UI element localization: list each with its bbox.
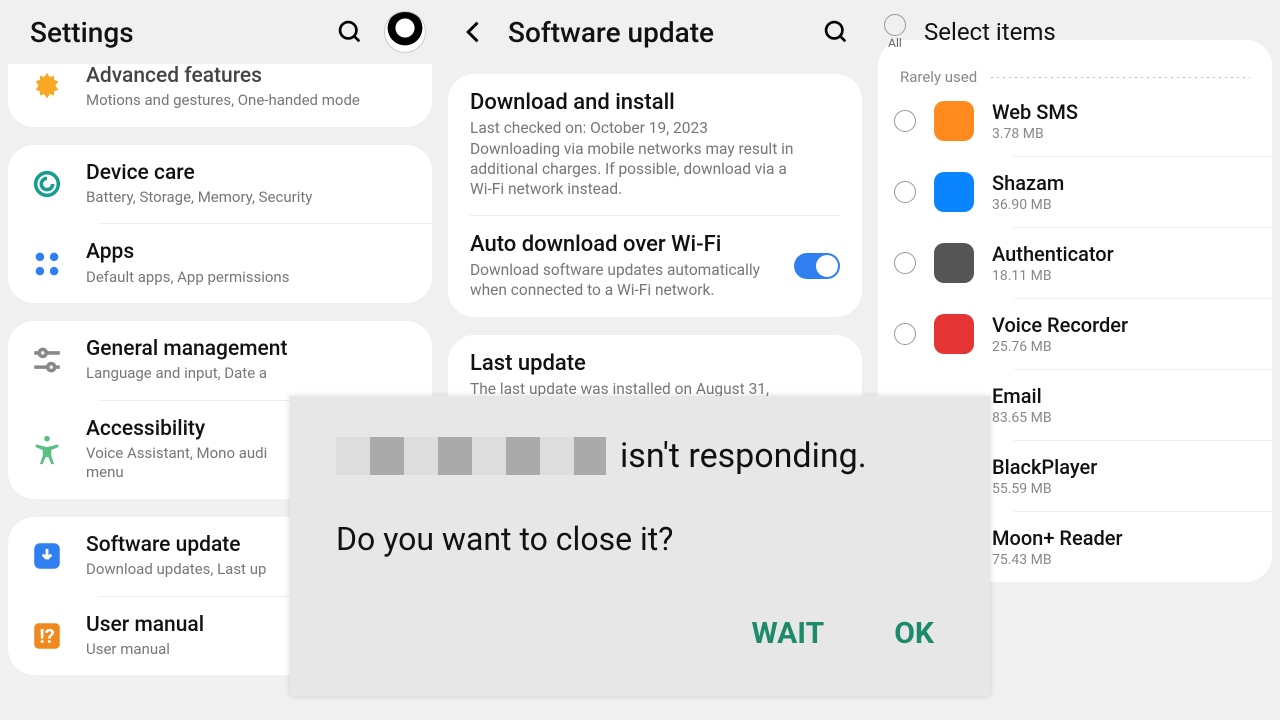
item-sub: Language and input, Date a bbox=[86, 364, 287, 384]
app-icon bbox=[934, 314, 974, 354]
item-title: Auto download over Wi-Fi bbox=[470, 232, 794, 258]
app-size: 18.11 MB bbox=[992, 268, 1114, 284]
ok-button[interactable]: OK bbox=[894, 616, 934, 651]
auto-download-toggle[interactable] bbox=[794, 253, 840, 279]
app-name: Email bbox=[992, 384, 1052, 408]
user-manual-icon: !? bbox=[30, 619, 64, 653]
app-size: 25.76 MB bbox=[992, 339, 1128, 355]
download-and-install[interactable]: Download and install Last checked on: Oc… bbox=[448, 74, 862, 215]
app-icon bbox=[934, 243, 974, 283]
back-icon[interactable] bbox=[454, 12, 494, 52]
item-title: Advanced features bbox=[86, 64, 360, 89]
settings-item-advanced-features[interactable]: Advanced featuresMotions and gestures, O… bbox=[8, 64, 432, 127]
item-sub: Motions and gestures, One-handed mode bbox=[86, 91, 360, 111]
svg-text:!?: !? bbox=[39, 625, 54, 648]
app-size: 3.78 MB bbox=[992, 126, 1078, 142]
item-title: Software update bbox=[86, 533, 266, 558]
advanced-features-icon bbox=[30, 70, 64, 104]
app-size: 36.90 MB bbox=[992, 197, 1064, 213]
anr-question: Do you want to close it? bbox=[336, 520, 944, 558]
app-name: Web SMS bbox=[992, 100, 1078, 124]
item-title: User manual bbox=[86, 613, 204, 638]
app-name: BlackPlayer bbox=[992, 455, 1097, 479]
select-items-title: Select items bbox=[924, 18, 1056, 46]
item-title: Apps bbox=[86, 240, 289, 265]
app-size: 83.65 MB bbox=[992, 410, 1052, 426]
app-name: Authenticator bbox=[992, 242, 1114, 266]
settings-item-device-care[interactable]: Device careBattery, Storage, Memory, Sec… bbox=[8, 145, 432, 224]
profile-avatar[interactable] bbox=[384, 11, 426, 53]
app-name: Moon+ Reader bbox=[992, 526, 1123, 550]
item-title: General management bbox=[86, 337, 287, 362]
app-checkbox[interactable] bbox=[894, 110, 916, 132]
divider-dots bbox=[991, 77, 1250, 78]
auto-download-wifi[interactable]: Auto download over Wi-Fi Download softwa… bbox=[448, 216, 862, 317]
item-sub: Voice Assistant, Mono audi menu bbox=[86, 444, 267, 483]
app-checkbox[interactable] bbox=[894, 323, 916, 345]
app-size: 75.43 MB bbox=[992, 552, 1123, 568]
item-sub: Download software updates automatically … bbox=[470, 260, 760, 300]
item-sub: Last checked on: October 19, 2023 Downlo… bbox=[470, 118, 800, 199]
item-sub: Battery, Storage, Memory, Security bbox=[86, 188, 312, 208]
item-sub: User manual bbox=[86, 640, 204, 660]
app-row[interactable]: Authenticator 18.11 MB bbox=[878, 228, 1272, 298]
rarely-used-label: Rarely used bbox=[900, 68, 977, 86]
app-name: Voice Recorder bbox=[992, 313, 1128, 337]
item-title: Device care bbox=[86, 161, 312, 186]
settings-title: Settings bbox=[30, 16, 134, 49]
device-care-icon bbox=[30, 167, 64, 201]
apps-icon bbox=[30, 247, 64, 281]
app-icon bbox=[934, 101, 974, 141]
app-row[interactable]: Web SMS 3.78 MB bbox=[878, 86, 1272, 156]
item-sub: Default apps, App permissions bbox=[86, 268, 289, 288]
app-row[interactable]: Shazam 36.90 MB bbox=[878, 157, 1272, 227]
app-name: Shazam bbox=[992, 171, 1064, 195]
accessibility-icon bbox=[30, 433, 64, 467]
select-all-label: All bbox=[888, 36, 902, 50]
settings-item-general-management[interactable]: General managementLanguage and input, Da… bbox=[8, 321, 432, 400]
item-sub: Download updates, Last up bbox=[86, 560, 266, 580]
redacted-app-name bbox=[336, 437, 606, 475]
anr-dialog: isn't responding. Do you want to close i… bbox=[290, 396, 990, 696]
search-icon[interactable] bbox=[816, 12, 856, 52]
item-title: Last update bbox=[470, 351, 800, 377]
app-icon bbox=[934, 172, 974, 212]
wait-button[interactable]: WAIT bbox=[752, 616, 825, 651]
item-title: Accessibility bbox=[86, 417, 267, 442]
app-size: 55.59 MB bbox=[992, 481, 1097, 497]
anr-suffix: isn't responding. bbox=[620, 436, 867, 476]
search-icon[interactable] bbox=[330, 12, 370, 52]
app-checkbox[interactable] bbox=[894, 181, 916, 203]
select-all-checkbox[interactable] bbox=[884, 14, 906, 36]
item-title: Download and install bbox=[470, 90, 800, 116]
software-update-icon bbox=[30, 539, 64, 573]
general-management-icon bbox=[30, 343, 64, 377]
settings-item-apps[interactable]: Apps Default apps, App permissions bbox=[8, 224, 432, 303]
app-checkbox[interactable] bbox=[894, 252, 916, 274]
software-update-title: Software update bbox=[508, 16, 714, 49]
app-row[interactable]: Voice Recorder 25.76 MB bbox=[878, 299, 1272, 369]
